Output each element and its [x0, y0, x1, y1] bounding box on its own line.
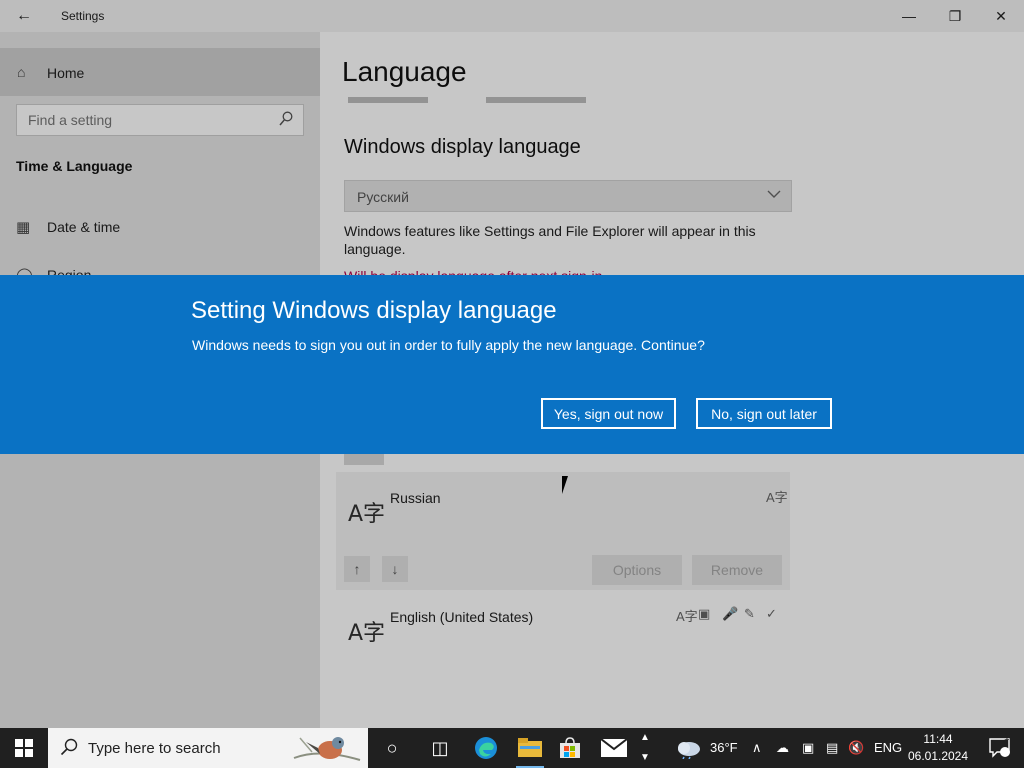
- display-language-description: Windows features like Settings and File …: [344, 223, 756, 257]
- start-button[interactable]: [0, 728, 48, 768]
- file-explorer-icon[interactable]: [508, 728, 552, 768]
- taskbar-scroll-arrows[interactable]: ▲ ▼: [636, 728, 654, 768]
- clock-time: 11:44: [923, 732, 953, 746]
- find-setting-input[interactable]: [17, 105, 267, 135]
- section-title: Time & Language: [16, 158, 133, 174]
- restore-button[interactable]: ❐: [932, 0, 978, 32]
- page-title: Language: [342, 56, 467, 87]
- minimize-button[interactable]: —: [886, 0, 932, 32]
- header-link-bar[interactable]: [486, 97, 586, 103]
- move-up-button[interactable]: ↑: [344, 556, 370, 582]
- sign-out-dialog: Setting Windows display language Windows…: [0, 275, 1024, 454]
- text-to-speech-icon: ▣: [698, 606, 711, 621]
- taskbar: Type here to search ○ ◫ ▲▼ 36°F ∧ ☁ ▣ ▤: [0, 728, 1024, 768]
- language-icon: A字: [348, 502, 386, 527]
- sidebar-home-label: Home: [47, 65, 85, 81]
- show-hidden-icons-icon[interactable]: ∧: [752, 728, 762, 768]
- close-button[interactable]: ✕: [978, 0, 1024, 32]
- handwriting-icon: ✎: [744, 606, 755, 621]
- display-language-icon: A字: [766, 490, 788, 505]
- sidebar-item-date-time[interactable]: ▦ Date & time: [0, 208, 320, 248]
- network-icon[interactable]: ▤: [826, 728, 838, 768]
- task-view-icon[interactable]: ◫: [418, 728, 462, 768]
- header-link-bar[interactable]: [348, 97, 428, 103]
- language-name: Russian: [390, 490, 441, 506]
- spell-check-icon: ✓: [766, 606, 777, 621]
- language-name: English (United States): [390, 609, 534, 625]
- taskbar-search-placeholder: Type here to search: [88, 740, 221, 757]
- dialog-message: Windows needs to sign you out in order t…: [192, 337, 705, 353]
- display-language-icon: A字: [676, 609, 698, 624]
- dialog-title: Setting Windows display language: [191, 297, 557, 324]
- remove-button[interactable]: Remove: [692, 555, 782, 585]
- window-title: Settings: [61, 9, 105, 23]
- mouse-cursor-icon: [562, 476, 574, 494]
- calendar-clock-icon: ▦: [16, 219, 31, 236]
- sign-out-later-button[interactable]: No, sign out later: [696, 398, 832, 429]
- edge-icon[interactable]: [464, 728, 508, 768]
- weather-temperature[interactable]: 36°F: [710, 728, 738, 768]
- onedrive-icon[interactable]: ☁: [776, 728, 789, 768]
- language-icon: A字: [348, 621, 386, 646]
- move-down-button[interactable]: ↓: [382, 556, 408, 582]
- cortana-icon[interactable]: ○: [370, 728, 414, 768]
- microsoft-store-icon[interactable]: [548, 728, 592, 768]
- clock-date: 06.01.2024: [907, 749, 969, 763]
- find-setting-box: [16, 104, 304, 136]
- speech-icon: 🎤: [722, 606, 739, 621]
- back-button[interactable]: ←: [8, 4, 40, 28]
- weather-icon[interactable]: [676, 728, 702, 768]
- sign-out-now-button[interactable]: Yes, sign out now: [541, 398, 676, 429]
- search-icon: [279, 111, 295, 129]
- meet-now-icon[interactable]: ▣: [802, 728, 814, 768]
- mail-icon[interactable]: [592, 728, 636, 768]
- display-language-dropdown[interactable]: Русский: [344, 180, 792, 212]
- title-bar: ← Settings — ❐ ✕: [0, 0, 1024, 32]
- options-button[interactable]: Options: [592, 555, 682, 585]
- sidebar-item-label: Date & time: [47, 219, 121, 235]
- display-language-heading: Windows display language: [344, 136, 581, 158]
- clock[interactable]: 11:44 06.01.2024: [900, 731, 976, 765]
- display-language-value: Русский: [357, 189, 409, 205]
- search-highlight-bird-image: [290, 730, 364, 766]
- home-icon: ⌂: [17, 64, 26, 80]
- taskbar-search-box[interactable]: Type here to search: [48, 728, 368, 768]
- search-icon: [60, 738, 78, 761]
- volume-muted-icon[interactable]: 🔇: [848, 728, 864, 768]
- sidebar-item-home[interactable]: ⌂ Home: [0, 48, 320, 96]
- input-language-indicator[interactable]: ENG: [874, 728, 902, 768]
- notification-count: 1: [1004, 732, 1010, 743]
- action-center-icon[interactable]: 1: [980, 728, 1020, 768]
- chevron-down-icon: [767, 187, 781, 204]
